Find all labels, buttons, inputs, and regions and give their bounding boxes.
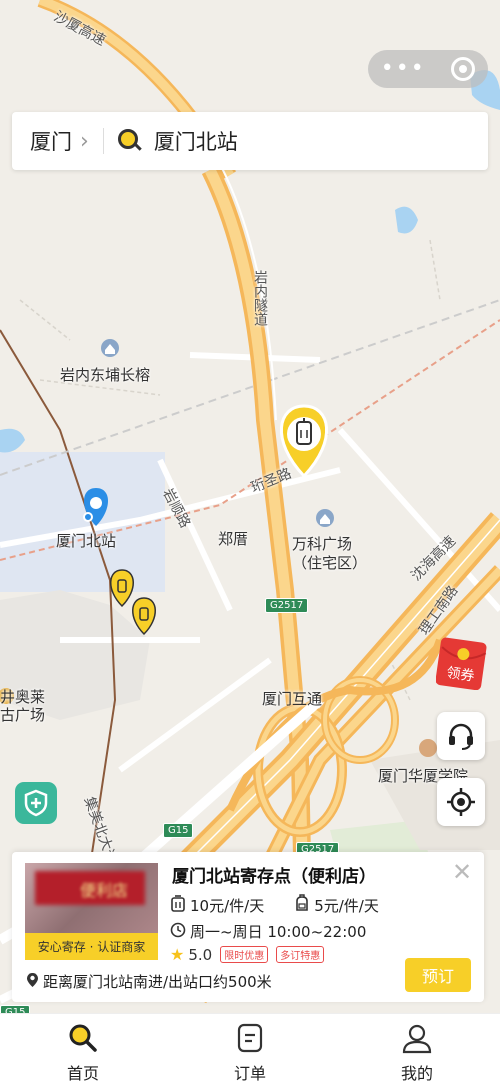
map-label-outlet: 井奥莱 古广场 (0, 688, 45, 724)
miniprogram-capsule: ••• (368, 50, 488, 88)
certified-badge: 安心寄存 · 认证商家 (25, 933, 158, 960)
hours-row: 周一~周日 10:00~22:00 (170, 921, 366, 942)
store-thumbnail: 便利店 安心寄存 · 认证商家 (25, 863, 158, 960)
more-icon[interactable]: ••• (381, 58, 426, 80)
map-label-vanke: 万科广场 （住宅区） (292, 535, 367, 573)
distance-row: 距离厦门北站南进/出站口约500米 (26, 971, 272, 992)
backpack-icon (294, 894, 310, 916)
search-bar: 厦门 › 厦门北站 (12, 112, 488, 170)
luggage-icon (170, 894, 186, 916)
locate-icon (447, 788, 475, 816)
map-label-village: 岩内东埔长榕 (60, 366, 151, 384)
user-icon (402, 1024, 432, 1054)
tab-mine[interactable]: 我的 (377, 1022, 457, 1084)
redpacket-icon: 领券 (435, 637, 487, 691)
tab-orders[interactable]: 订单 (210, 1022, 290, 1084)
tab-home[interactable]: 首页 (43, 1022, 123, 1084)
price-large-luggage: 10元/件/天 (190, 896, 265, 915)
map-label-outlet-line2: 古广场 (0, 706, 46, 724)
search-icon (69, 1024, 97, 1052)
highway-shield-g2517: G2517 (265, 598, 309, 613)
tab-orders-label: 订单 (233, 1064, 266, 1083)
insurance-button[interactable] (15, 782, 57, 824)
tab-mine-label: 我的 (400, 1064, 433, 1083)
opening-hours: 周一~周日 10:00~22:00 (190, 923, 367, 941)
tag-multi-order: 多订特惠 (276, 946, 325, 963)
location-pin-icon (26, 972, 39, 992)
customer-service-button[interactable] (437, 712, 485, 760)
price-small-luggage: 5元/件/天 (314, 896, 379, 915)
close-icon[interactable]: ✕ (452, 858, 472, 886)
city-selector[interactable]: 厦门 (12, 126, 72, 156)
tab-home-label: 首页 (66, 1064, 99, 1083)
clock-icon (170, 922, 186, 942)
order-icon (237, 1023, 263, 1053)
star-icon: ★ (170, 945, 185, 964)
headset-icon (449, 723, 473, 750)
map-label-outlet-line1: 井奥莱 (0, 688, 46, 706)
map-label-zhengcuo: 郑厝 (218, 530, 249, 548)
bottom-tab-bar: 首页 订单 我的 (0, 1013, 500, 1084)
search-input[interactable]: 厦门北站 (154, 126, 238, 156)
map-label-vanke-line2: （住宅区） (292, 554, 368, 572)
shield-plus-icon (24, 789, 48, 817)
search-icon (117, 129, 142, 153)
store-name: 厦门北站寄存点（便利店） (172, 867, 376, 887)
map-label-tunnel: 岩内隧道 (252, 270, 268, 326)
price-row: 10元/件/天 5元/件/天 (170, 894, 379, 916)
book-button[interactable]: 预订 (405, 958, 471, 992)
locate-me-button[interactable] (437, 778, 485, 826)
distance-text: 距离厦门北站南进/出站口约500米 (43, 973, 272, 991)
map-label-interchange: 厦门互通 (262, 690, 323, 708)
coupon-redpacket-button[interactable]: 领券 (435, 636, 488, 691)
chevron-right-icon[interactable]: › (80, 129, 89, 154)
store-card[interactable]: 便利店 安心寄存 · 认证商家 厦门北站寄存点（便利店） ✕ 10元/件/天 5… (12, 852, 484, 1002)
rating-row: ★ 5.0 限时优惠 多订特惠 (170, 945, 325, 964)
close-miniprogram-icon[interactable] (451, 57, 476, 81)
tag-limited-offer: 限时优惠 (220, 946, 269, 963)
rating-value: 5.0 (188, 945, 213, 964)
divider (102, 128, 104, 154)
map-label-vanke-line1: 万科广场 (292, 535, 353, 553)
highway-shield-g15: G15 (163, 823, 194, 838)
store-sign-text: 便利店 (80, 881, 129, 900)
map-label-station: 厦门北站 (56, 532, 117, 550)
